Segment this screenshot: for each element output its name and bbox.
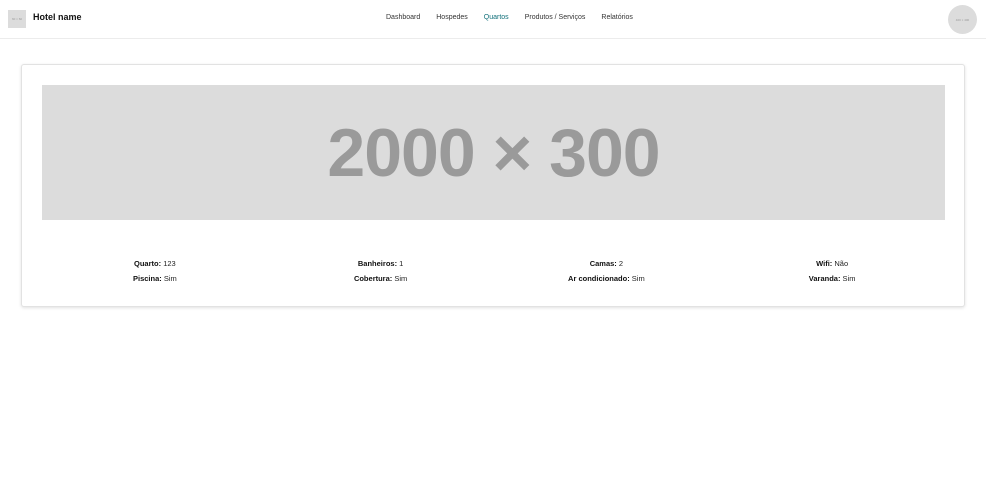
hotel-name-brand[interactable]: Hotel name: [33, 12, 82, 22]
main-nav: Dashboard Hospedes Quartos Produtos / Se…: [386, 14, 649, 21]
detail-piscina: Piscina: Sim: [42, 274, 268, 283]
banner-placeholder-text: 2000 × 300: [327, 114, 660, 191]
detail-wifi: Wifi: Não: [719, 259, 945, 268]
detail-value: 123: [163, 259, 176, 268]
room-card: 2000 × 300 Quarto: 123 Banheiros: 1 Cama…: [21, 64, 965, 307]
detail-label: Wifi:: [816, 259, 833, 268]
detail-quarto: Quarto: 123: [42, 259, 268, 268]
hotel-logo[interactable]: 60 × 60: [8, 10, 26, 28]
room-details-grid: Quarto: 123 Banheiros: 1 Camas: 2 Wifi: …: [42, 259, 945, 283]
detail-cobertura: Cobertura: Sim: [268, 274, 494, 283]
detail-label: Quarto:: [134, 259, 162, 268]
user-avatar[interactable]: 400 × 400: [948, 5, 977, 34]
detail-value: Não: [834, 259, 849, 268]
nav-link-quartos[interactable]: Quartos: [484, 14, 509, 21]
detail-value: Sim: [394, 274, 408, 283]
nav-link-produtos-servicos[interactable]: Produtos / Serviços: [525, 14, 586, 21]
detail-label: Varanda:: [808, 274, 841, 283]
detail-label: Cobertura:: [353, 274, 393, 283]
detail-ar-condicionado: Ar condicionado: Sim: [494, 274, 720, 283]
avatar-placeholder-text: 400 × 400: [955, 17, 970, 22]
detail-value: 2: [618, 259, 624, 268]
nav-link-relatorios[interactable]: Relatórios: [601, 14, 633, 21]
detail-label: Camas:: [589, 259, 617, 268]
detail-label: Banheiros:: [357, 259, 398, 268]
detail-value: 1: [399, 259, 404, 268]
detail-value: Sim: [631, 274, 645, 283]
detail-value: Sim: [163, 274, 177, 283]
detail-camas: Camas: 2: [494, 259, 720, 268]
detail-label: Piscina:: [132, 274, 162, 283]
nav-link-hospedes[interactable]: Hospedes: [436, 14, 468, 21]
detail-banheiros: Banheiros: 1: [268, 259, 494, 268]
detail-value: Sim: [842, 274, 856, 283]
nav-link-dashboard[interactable]: Dashboard: [386, 14, 420, 21]
top-navbar: 60 × 60 Hotel name Dashboard Hospedes Qu…: [0, 0, 986, 39]
detail-label: Ar condicionado:: [568, 274, 630, 283]
logo-placeholder-text: 60 × 60: [11, 17, 23, 21]
room-banner-image: 2000 × 300: [42, 85, 945, 220]
detail-varanda: Varanda: Sim: [719, 274, 945, 283]
